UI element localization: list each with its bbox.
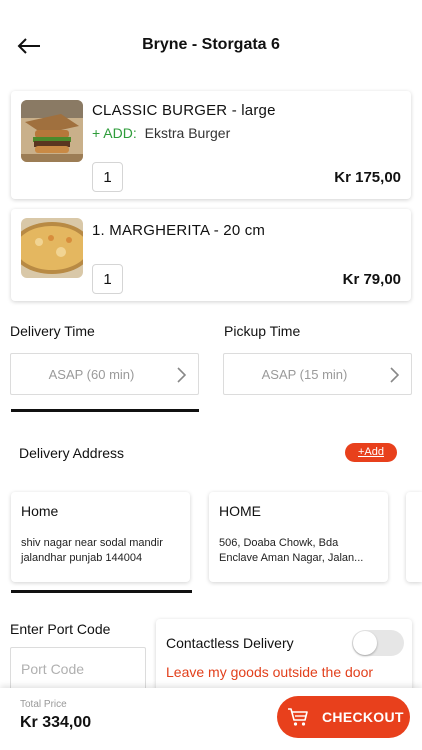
address-line: jalandhar punjab 144004: [21, 552, 143, 564]
port-code-input[interactable]: Port Code: [10, 647, 146, 691]
contactless-note: Leave my goods outside the door: [166, 664, 374, 680]
address-name: Home: [21, 503, 59, 519]
address-text: 506, Doaba Chowk, Bda Enclave Aman Nagar…: [219, 536, 363, 566]
cart-item[interactable]: CLASSIC BURGER - large + ADD: Ekstra Bur…: [11, 91, 411, 199]
selected-address-indicator: [11, 590, 192, 593]
delivery-address-label: Delivery Address: [19, 445, 125, 461]
contactless-card: Contactless Delivery Leave my goods outs…: [156, 619, 412, 699]
item-name: CLASSIC BURGER - large: [92, 102, 276, 119]
toggle-knob: [353, 631, 377, 655]
addon-value: Ekstra Burger: [144, 125, 231, 141]
pickup-time-select[interactable]: ASAP (15 min): [223, 353, 412, 395]
footer: Total Price Kr 334,00 CHECKOUT: [0, 688, 422, 750]
port-code-label: Enter Port Code: [10, 621, 111, 637]
cart-icon: [288, 708, 308, 726]
delivery-time-select[interactable]: ASAP (60 min): [10, 353, 199, 395]
quantity-field[interactable]: 1: [92, 264, 123, 294]
item-name: 1. MARGHERITA - 20 cm: [92, 222, 266, 239]
contactless-toggle[interactable]: [352, 630, 404, 656]
item-addon: + ADD: Ekstra Burger: [92, 125, 230, 141]
chevron-right-icon: [177, 367, 186, 383]
checkout-button[interactable]: CHECKOUT: [277, 696, 410, 738]
address-line: Enclave Aman Nagar, Jalan...: [219, 552, 364, 564]
address-line: shiv nagar near sodal mandir: [21, 537, 163, 549]
total-price-label: Total Price: [20, 699, 67, 710]
page-title: Bryne - Storgata 6: [142, 36, 280, 53]
chevron-right-icon: [390, 367, 399, 383]
delivery-time-value: ASAP (60 min): [48, 367, 135, 382]
pickup-time-label: Pickup Time: [224, 323, 301, 339]
checkout-label: CHECKOUT: [322, 709, 404, 725]
total-price-value: Kr 334,00: [20, 714, 92, 731]
address-name: HOME: [219, 503, 261, 519]
item-price: Kr 175,00: [334, 169, 401, 186]
burger-image: [21, 100, 83, 162]
selected-tab-indicator: [11, 409, 199, 412]
address-card[interactable]: HOME 506, Doaba Chowk, Bda Enclave Aman …: [209, 492, 388, 582]
delivery-time-label: Delivery Time: [10, 323, 95, 339]
add-address-button[interactable]: +Add: [345, 443, 397, 462]
pizza-image: [21, 218, 83, 278]
contactless-title: Contactless Delivery: [166, 635, 294, 651]
item-price: Kr 79,00: [342, 271, 401, 288]
header: Bryne - Storgata 6: [0, 0, 422, 92]
address-line: 506, Doaba Chowk, Bda: [219, 537, 339, 549]
cart-item[interactable]: 1. MARGHERITA - 20 cm 1 Kr 79,00: [11, 209, 411, 301]
quantity-field[interactable]: 1: [92, 162, 123, 192]
address-card-partial[interactable]: [406, 492, 422, 582]
pickup-time-value: ASAP (15 min): [261, 367, 348, 382]
address-card[interactable]: Home shiv nagar near sodal mandir jaland…: [11, 492, 190, 582]
addon-label: + ADD:: [92, 125, 137, 141]
address-text: shiv nagar near sodal mandir jalandhar p…: [21, 536, 163, 566]
